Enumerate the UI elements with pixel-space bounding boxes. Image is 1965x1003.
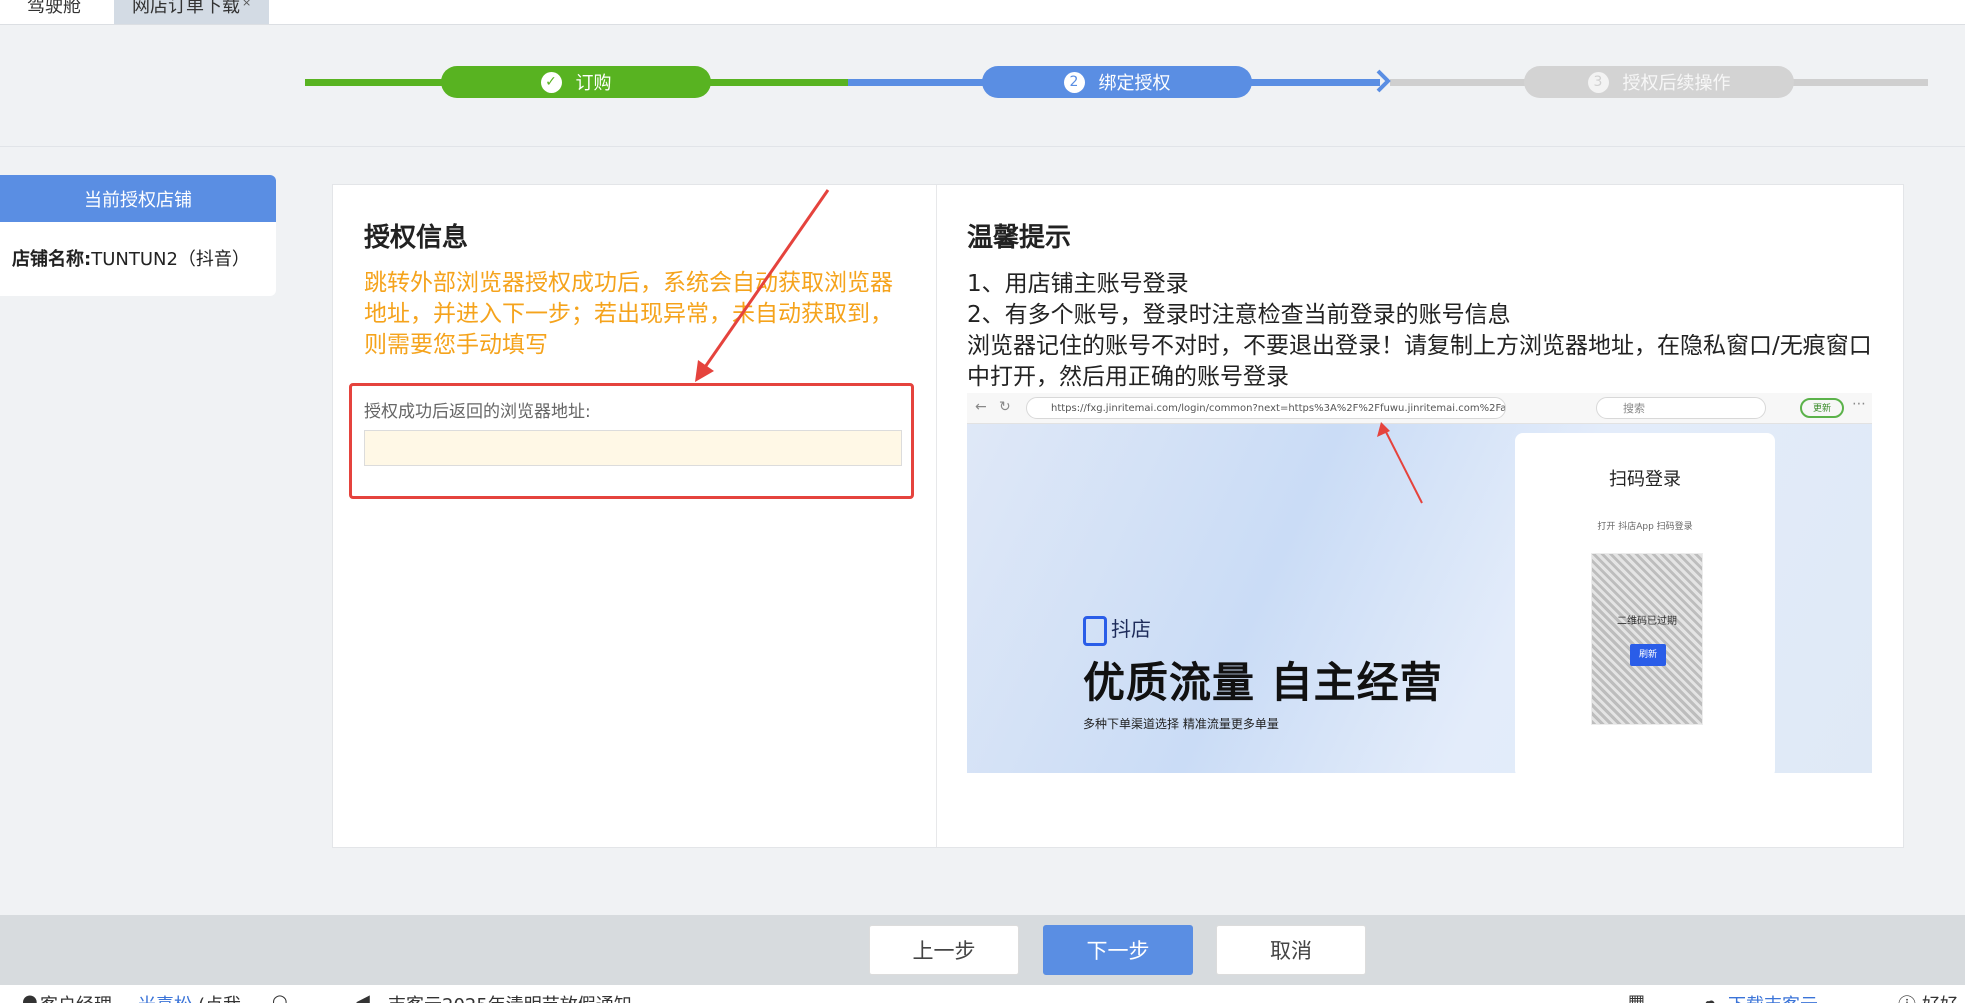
shop-name-label: 店铺名称: bbox=[12, 249, 92, 270]
auth-card: 授权信息 跳转外部浏览器授权成功后，系统会自动获取浏览器地址，并进入下一步；若出… bbox=[332, 184, 1904, 848]
next-step-button[interactable]: 下一步 bbox=[1043, 925, 1193, 975]
current-shop-header: 当前授权店铺 bbox=[0, 175, 276, 222]
step-post-auth-label: 授权后续操作 bbox=[1622, 73, 1731, 94]
tab-bar: 驾驶舱 网店订单下载 × bbox=[0, 0, 1965, 25]
prev-step-button[interactable]: 上一步 bbox=[869, 925, 1019, 975]
arrow-right-icon bbox=[1376, 69, 1391, 93]
step-number: 2 bbox=[1063, 71, 1085, 93]
step-number: 3 bbox=[1587, 71, 1609, 93]
manager-label: 客户经理 bbox=[40, 991, 112, 1003]
card-divider bbox=[936, 185, 937, 847]
tip-line: 浏览器记住的账号不对时，不要退出登录！请复制上方浏览器地址，在隐私窗口/无痕窗口… bbox=[967, 333, 1872, 390]
user-icon: ● bbox=[22, 991, 38, 1003]
tip-line: 2、有多个账号，登录时注意检查当前登录的账号信息 bbox=[967, 302, 1511, 328]
step-bind-auth-label: 绑定授权 bbox=[1098, 73, 1171, 94]
cloud-icon: ☁ bbox=[1700, 991, 1718, 1003]
status-bar: ● 客户经理 米喜松 (点我 ○ ◀ 吉客云2025年清明节放假通知 ▦ ☁ 下… bbox=[0, 985, 1965, 1003]
browser-url-label: 授权成功后返回的浏览器地址: bbox=[364, 402, 591, 422]
step-bind-auth: 2 绑定授权 bbox=[982, 66, 1252, 98]
step-order-label: 订购 bbox=[575, 73, 612, 94]
tab-cockpit[interactable]: 驾驶舱 bbox=[27, 0, 81, 24]
cancel-button[interactable]: 取消 bbox=[1216, 925, 1366, 975]
info-icon: ⓘ bbox=[1898, 991, 1916, 1003]
shop-name-value: TUNTUN2（抖音） bbox=[91, 249, 250, 270]
action-bar: 上一步 下一步 取消 bbox=[0, 915, 1965, 985]
circle-icon: ○ bbox=[272, 991, 288, 1003]
tips-list: 1、用店铺主账号登录 2、有多个账号，登录时注意检查当前登录的账号信息 浏览器记… bbox=[967, 269, 1877, 393]
step-order: ✓ 订购 bbox=[441, 66, 711, 98]
tip-line: 1、用店铺主账号登录 bbox=[967, 271, 1189, 297]
auth-warning: 跳转外部浏览器授权成功后，系统会自动获取浏览器地址，并进入下一步；若出现异常，未… bbox=[364, 270, 893, 358]
status-right: 好好 bbox=[1922, 991, 1958, 1003]
tips-title: 温馨提示 bbox=[967, 223, 1072, 253]
check-icon: ✓ bbox=[540, 71, 562, 93]
tab-order-download[interactable]: 网店订单下载 × bbox=[114, 0, 270, 24]
tab-order-download-label: 网店订单下载 bbox=[132, 0, 240, 17]
megaphone-icon: ◀ bbox=[356, 991, 370, 1003]
browser-url-input[interactable] bbox=[364, 430, 902, 466]
calendar-icon: ▦ bbox=[1628, 991, 1646, 1003]
manager-suffix: (点我 bbox=[198, 991, 241, 1003]
manager-name-link[interactable]: 米喜松 bbox=[138, 991, 192, 1003]
example-login-screenshot: ← ↻ https://fxg.jinritemai.com/login/com… bbox=[967, 393, 1872, 773]
notice-link[interactable]: 吉客云2025年清明节放假通知 bbox=[388, 991, 632, 1003]
current-shop-panel: 当前授权店铺 店铺名称:TUNTUN2（抖音） bbox=[0, 175, 276, 296]
step-post-auth: 3 授权后续操作 bbox=[1524, 66, 1794, 98]
stepper: ✓ 订购 2 绑定授权 3 授权后续操作 bbox=[0, 25, 1965, 147]
download-link[interactable]: 下载吉客云 bbox=[1728, 991, 1818, 1003]
red-arrow-annotation bbox=[1377, 422, 1423, 504]
close-icon[interactable]: × bbox=[242, 0, 251, 9]
auth-title: 授权信息 bbox=[364, 223, 469, 253]
tab-cockpit-label: 驾驶舱 bbox=[27, 0, 81, 17]
shop-name-row: 店铺名称:TUNTUN2（抖音） bbox=[12, 245, 250, 271]
